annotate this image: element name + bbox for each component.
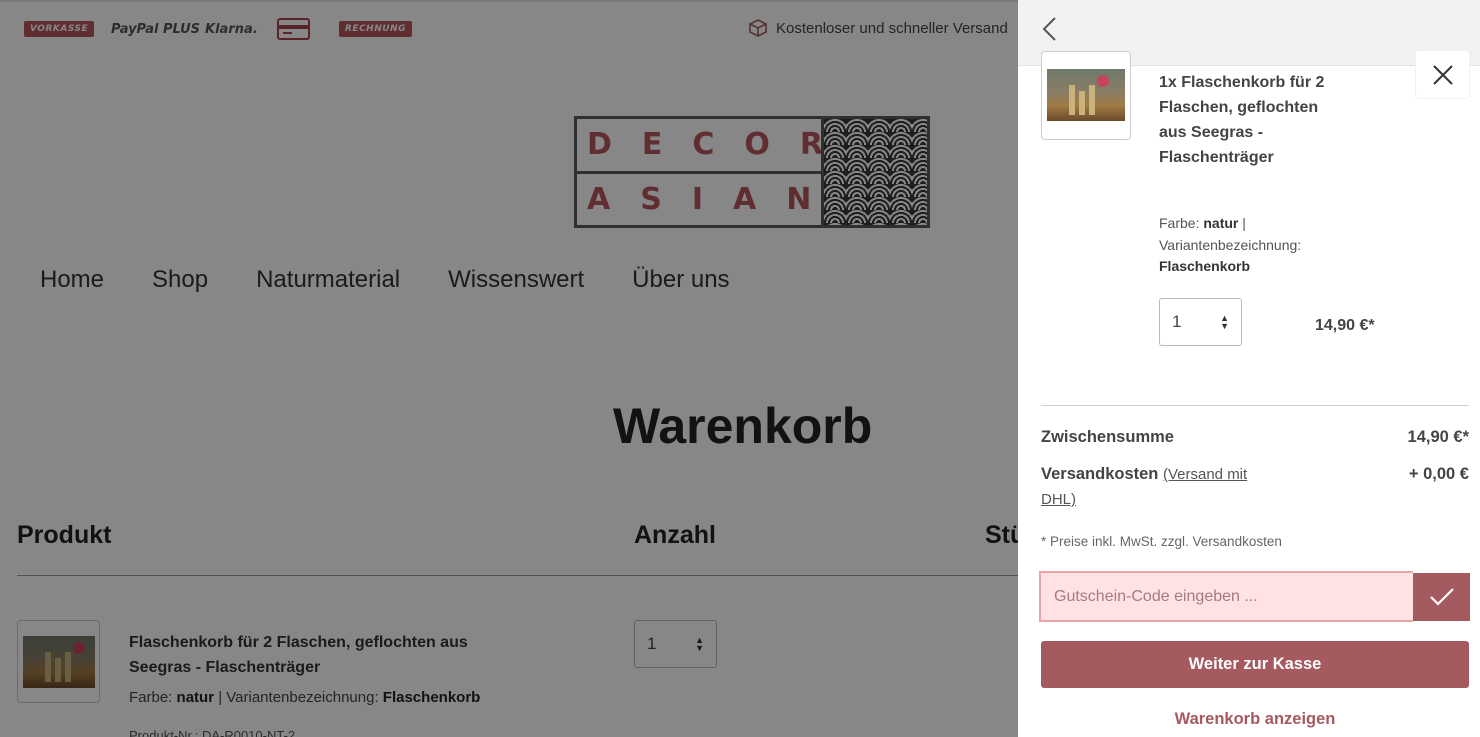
select-arrows-icon: ▲ ▼ [1220,313,1229,331]
subtotal-label: Zwischensumme [1041,428,1174,446]
offcanvas-quantity-select[interactable]: 1 ▲ ▼ [1159,298,1242,346]
view-cart-link[interactable]: Warenkorb anzeigen [1041,710,1469,729]
backdrop-overlay[interactable] [0,0,1018,737]
close-button[interactable] [1416,51,1469,98]
voucher-submit-button[interactable] [1413,573,1470,621]
back-button[interactable] [1038,14,1062,44]
voucher-form [1039,571,1470,622]
offcanvas-item-name[interactable]: 1x Flaschenkorb für 2 Flaschen, geflocht… [1159,70,1334,170]
quantity-value: 1 [1172,312,1182,331]
shipping-label: Versandkosten [1041,465,1159,483]
divider [1041,405,1469,406]
subtotal-value: 14,90 €* [1407,428,1469,446]
offcanvas-cart: 1x Flaschenkorb für 2 Flaschen, geflocht… [1018,0,1480,737]
chevron-left-icon [1042,17,1056,41]
checkout-button[interactable]: Weiter zur Kasse [1041,641,1469,688]
shipping-row: Versandkosten (Versand mit DHL) + 0,00 € [1041,462,1469,512]
offcanvas-item-price: 14,90 €* [1315,317,1375,334]
subtotal-row: Zwischensumme 14,90 €* [1041,428,1469,447]
product-photo [1047,69,1125,121]
shipping-value: + 0,00 € [1408,465,1469,483]
close-icon [1432,64,1453,85]
voucher-code-input[interactable] [1039,571,1413,622]
offcanvas-item-attributes: Farbe: natur | Variantenbezeichnung: Fla… [1159,215,1302,274]
offcanvas-item-image[interactable] [1041,51,1131,140]
vat-note: * Preise inkl. MwSt. zzgl. Versandkosten [1041,534,1282,549]
checkmark-icon [1429,588,1454,606]
